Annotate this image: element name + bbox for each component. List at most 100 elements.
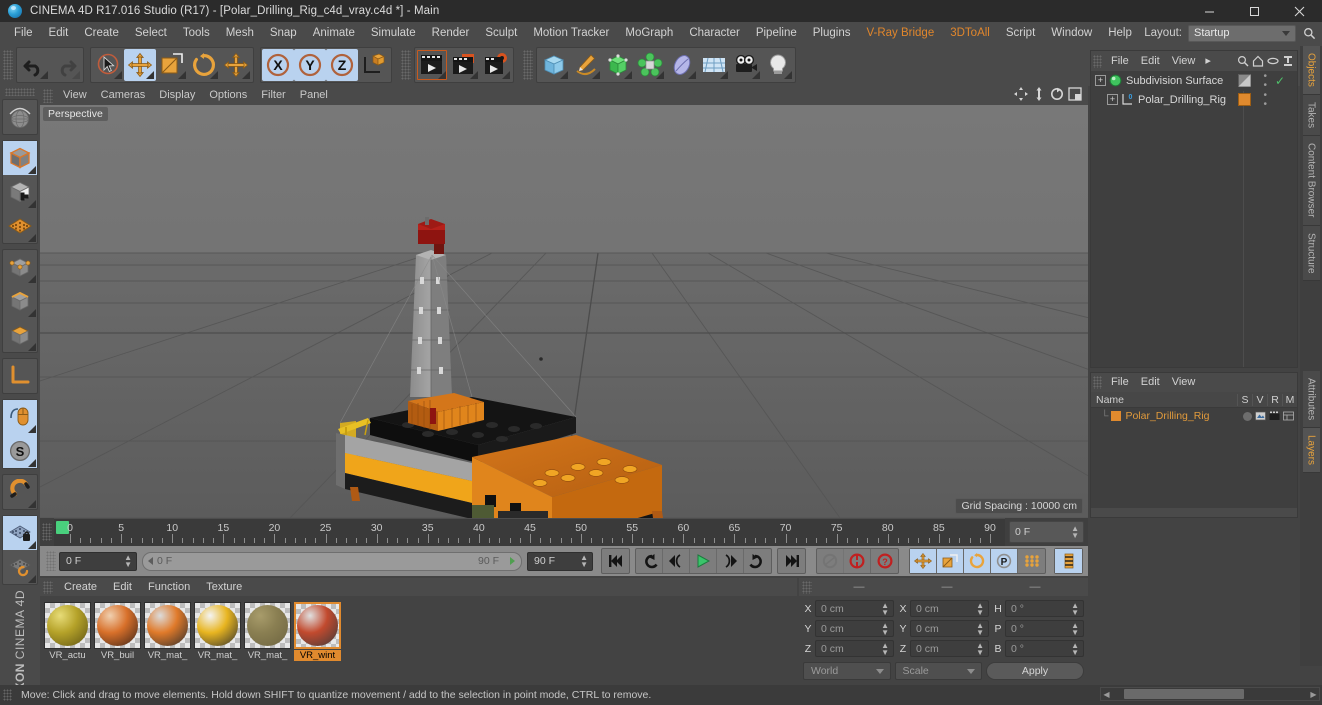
size-mode-dropdown[interactable]: Scale [894, 662, 982, 680]
go-to-end-button[interactable] [778, 549, 805, 573]
material-preview[interactable] [94, 602, 141, 649]
search-icon[interactable] [1303, 27, 1316, 40]
material-item[interactable]: VR_actu [44, 602, 91, 661]
expand-icon[interactable]: + [1107, 94, 1118, 105]
material-manager-grip[interactable] [43, 580, 53, 594]
add-light-button[interactable] [762, 49, 794, 81]
add-cube-button[interactable] [538, 49, 570, 81]
material-menu-create[interactable]: Create [56, 578, 105, 596]
object-tree-row[interactable]: + Subdivision Surface • • ✓ [1091, 71, 1297, 90]
chevron-right-icon[interactable]: ▸ [1201, 51, 1215, 71]
position-z-input[interactable]: 0 cm ▲ ▼ [815, 640, 894, 657]
vertical-tab-objects[interactable]: Objects [1302, 46, 1320, 95]
object-menu-file[interactable]: File [1105, 51, 1135, 71]
position-x-input[interactable]: 0 cm ▲ ▼ [815, 600, 894, 617]
live-selection-tool[interactable] [92, 49, 124, 81]
frame-range-slider[interactable]: 0 F 90 F [142, 551, 522, 571]
menu-pipeline[interactable]: Pipeline [748, 22, 805, 44]
layer-rows[interactable]: └ Polar_Drilling_Rig [1091, 408, 1297, 508]
scale-key-button[interactable] [937, 549, 964, 573]
menu-sculpt[interactable]: Sculpt [477, 22, 525, 44]
layer-menu-view[interactable]: View [1166, 373, 1202, 392]
coordinates-grip[interactable] [802, 580, 812, 594]
range-right-arrow-icon[interactable] [510, 557, 515, 565]
soft-selection-button[interactable]: S [3, 434, 37, 468]
lock-workplane-button[interactable] [3, 516, 37, 550]
step-forward-button[interactable] [717, 549, 744, 573]
material-item[interactable]: VR_wint [294, 602, 341, 661]
viewport-menu-view[interactable]: View [56, 86, 94, 105]
spinner-icon[interactable]: ▲ ▼ [124, 554, 132, 569]
keyframe-selection-button[interactable]: ? [871, 549, 898, 573]
position-y-input[interactable]: 0 cm ▲ ▼ [815, 620, 894, 637]
transport-max-frame-field[interactable]: 90 F ▲ ▼ [527, 551, 593, 571]
transport-grip[interactable] [46, 551, 56, 571]
edit-render-settings-button[interactable] [480, 49, 512, 81]
move-duplicate-tool[interactable] [220, 49, 252, 81]
make-editable-button[interactable] [3, 100, 37, 134]
add-generator-button[interactable] [602, 49, 634, 81]
pan-view-icon[interactable] [1014, 87, 1028, 101]
object-tree-row[interactable]: +0 Polar_Drilling_Rig • • [1091, 90, 1297, 109]
add-deformer-button[interactable] [634, 49, 666, 81]
spinner-icon[interactable]: ▲ ▼ [881, 621, 889, 636]
model-mode-button[interactable] [3, 141, 37, 175]
material-menu-function[interactable]: Function [140, 578, 198, 596]
size-x-input[interactable]: 0 cm ▲ ▼ [910, 600, 989, 617]
menu-motion-tracker[interactable]: Motion Tracker [525, 22, 617, 44]
render-icon[interactable] [1269, 411, 1280, 421]
y-axis-lock[interactable]: Y [294, 49, 326, 81]
toolbar-grip-3[interactable] [523, 50, 533, 80]
material-menu-texture[interactable]: Texture [198, 578, 250, 596]
add-environment-button[interactable] [698, 49, 730, 81]
add-camera-button[interactable] [730, 49, 762, 81]
menu-select[interactable]: Select [127, 22, 175, 44]
previous-keyframe-button[interactable] [636, 549, 663, 573]
toolbar-grip[interactable] [3, 50, 13, 80]
layer-menu-file[interactable]: File [1105, 373, 1135, 392]
menu-3dtoall[interactable]: 3DToAll [942, 22, 998, 44]
rotate-view-icon[interactable] [1050, 87, 1064, 101]
coordinate-system-dropdown[interactable]: World [803, 662, 891, 680]
size-z-input[interactable]: 0 cm ▲ ▼ [910, 640, 989, 657]
menu-mograph[interactable]: MoGraph [617, 22, 681, 44]
layout-dropdown[interactable]: Startup [1188, 24, 1296, 42]
menu-edit[interactable]: Edit [41, 22, 77, 44]
timeline-layout-button[interactable] [1055, 549, 1082, 573]
visible-icon[interactable] [1255, 411, 1266, 421]
maximize-view-icon[interactable] [1068, 87, 1082, 101]
maximize-button[interactable] [1232, 0, 1277, 22]
vertical-tab-takes[interactable]: Takes [1302, 94, 1320, 137]
material-preview[interactable] [144, 602, 191, 649]
menu-simulate[interactable]: Simulate [363, 22, 424, 44]
edges-mode-button[interactable] [3, 284, 37, 318]
step-back-button[interactable] [663, 549, 690, 573]
close-button[interactable] [1277, 0, 1322, 22]
deformed-points-button[interactable] [3, 209, 37, 243]
menu-character[interactable]: Character [681, 22, 748, 44]
home-icon[interactable] [1252, 55, 1264, 67]
bucket-icon[interactable] [1282, 55, 1294, 67]
apply-button[interactable]: Apply [986, 662, 1084, 680]
transport-current-frame-field[interactable]: 0 F ▲ ▼ [59, 551, 137, 571]
menu-animate[interactable]: Animate [305, 22, 363, 44]
spinner-icon[interactable]: ▲ ▼ [881, 641, 889, 656]
minimize-button[interactable] [1187, 0, 1232, 22]
viewport-menu-options[interactable]: Options [202, 86, 254, 105]
horizontal-scrollbar[interactable]: ◀ ▶ [1100, 687, 1320, 701]
viewport-menu-filter[interactable]: Filter [254, 86, 292, 105]
parameter-key-button[interactable]: P [991, 549, 1018, 573]
dolly-view-icon[interactable] [1032, 87, 1046, 101]
spinner-icon[interactable]: ▲ ▼ [1071, 601, 1079, 616]
rotation-key-button[interactable] [964, 549, 991, 573]
render-view-button[interactable] [416, 49, 448, 81]
solo-icon[interactable] [1243, 411, 1252, 421]
search-icon[interactable] [1237, 55, 1249, 67]
layer-menu-edit[interactable]: Edit [1135, 373, 1166, 392]
scrollbar-thumb[interactable] [1124, 689, 1244, 699]
rotation-b-input[interactable]: 0 ° ▲ ▼ [1005, 640, 1084, 657]
magnet-tool-button[interactable] [3, 475, 37, 509]
points-mode-button[interactable] [3, 250, 37, 284]
viewport-menu-panel[interactable]: Panel [293, 86, 335, 105]
vertical-tab-attributes[interactable]: Attributes [1302, 371, 1320, 429]
